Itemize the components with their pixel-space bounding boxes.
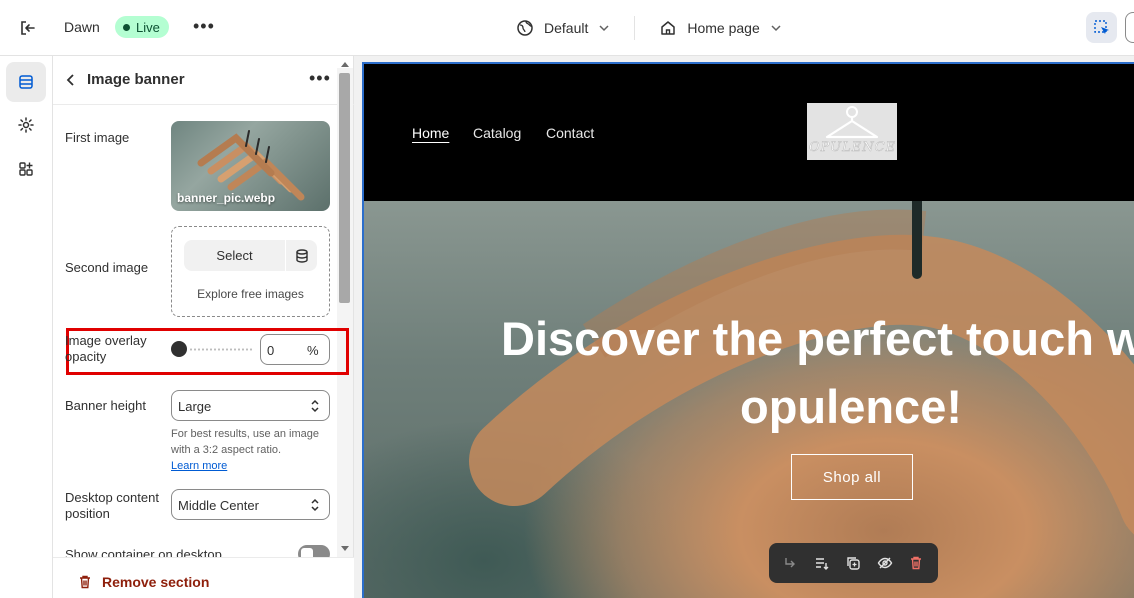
opacity-unit: %	[307, 343, 319, 358]
sections-nav-button[interactable]	[6, 62, 46, 102]
inspector-toggle-button[interactable]	[1086, 12, 1117, 43]
hide-eye-icon[interactable]	[875, 553, 895, 573]
template-select[interactable]: Default	[516, 19, 610, 37]
editor-context-controls: Default Home page	[516, 16, 782, 40]
section-floating-toolbar	[769, 543, 938, 583]
learn-more-link[interactable]: Learn more	[171, 460, 227, 472]
hero-heading-line-1: Discover the perfect touch with	[501, 312, 1134, 365]
page-select[interactable]: Home page	[659, 19, 781, 37]
template-select-label: Default	[544, 20, 589, 36]
first-image-label: First image	[65, 130, 130, 145]
panel-title: Image banner	[87, 71, 185, 88]
section-settings-panel: Image banner ••• First image banner_pic.…	[53, 56, 354, 598]
editor-topbar: Dawn Live ••• Default Home page	[0, 0, 1134, 56]
first-image-picker[interactable]: banner_pic.webp	[171, 121, 330, 211]
opacity-input[interactable]: 0 %	[260, 334, 330, 365]
status-badge-label: Live	[136, 19, 160, 35]
opacity-value: 0	[267, 343, 275, 358]
content-position-select[interactable]: Middle Center	[171, 489, 330, 520]
logo-text: OPULENCE	[809, 140, 897, 156]
overlay-opacity-label-line1: Image overlay	[65, 333, 147, 348]
banner-height-select[interactable]: Large	[171, 390, 330, 421]
sections-icon	[19, 75, 33, 89]
globe-icon	[517, 20, 533, 36]
database-icon	[295, 248, 308, 263]
second-image-picker: Select Explore free images	[171, 226, 330, 317]
theme-name: Dawn	[64, 19, 100, 35]
remove-section-button[interactable]: Remove section	[77, 574, 209, 590]
status-badge: Live	[115, 16, 169, 38]
delete-icon[interactable]	[906, 553, 926, 573]
device-toggle-button[interactable]	[1125, 12, 1134, 43]
image-banner-hero[interactable]: Discover the perfect touch with opulence…	[364, 201, 1134, 598]
sidebar-rail	[0, 56, 53, 598]
theme-settings-nav-button[interactable]	[6, 105, 46, 145]
media-library-button[interactable]	[286, 240, 317, 271]
shop-all-button[interactable]: Shop all	[791, 454, 913, 500]
trash-icon	[80, 575, 90, 589]
apps-icon	[19, 162, 33, 176]
image-filename: banner_pic.webp	[177, 191, 276, 205]
cursor-select-icon	[1093, 19, 1109, 34]
panel-footer: Remove section	[53, 557, 354, 598]
store-logo[interactable]: OPULENCE	[807, 103, 897, 160]
scroll-down-icon[interactable]	[341, 546, 349, 551]
move-to-parent-icon[interactable]	[781, 553, 801, 573]
help-line-1: For best results, use an image	[171, 428, 319, 440]
content-position-value: Middle Center	[178, 498, 259, 513]
app-embeds-nav-button[interactable]	[6, 149, 46, 189]
scrollbar-thumb[interactable]	[339, 73, 350, 303]
exit-icon[interactable]	[18, 18, 38, 38]
opacity-slider-track[interactable]	[189, 348, 253, 351]
nav-link-catalog[interactable]: Catalog	[473, 125, 521, 141]
chevron-down-icon	[599, 25, 609, 32]
panel-header: Image banner •••	[53, 56, 354, 105]
banner-height-label: Banner height	[65, 398, 146, 413]
select-arrows-icon	[311, 399, 319, 413]
nav-link-home[interactable]: Home	[412, 125, 449, 141]
content-position-label-line1: Desktop content	[65, 490, 159, 505]
remove-section-label: Remove section	[102, 574, 210, 590]
overlay-opacity-label-line2: opacity	[65, 349, 107, 364]
hero-heading-line-2: opulence!	[740, 380, 962, 433]
select-image-button[interactable]: Select	[184, 240, 285, 271]
opacity-slider-handle[interactable]	[171, 341, 187, 357]
second-image-label: Second image	[65, 260, 149, 275]
explore-free-images-link[interactable]: Explore free images	[172, 287, 329, 301]
duplicate-icon[interactable]	[843, 553, 863, 573]
home-icon	[661, 21, 676, 35]
more-actions-button[interactable]: •••	[193, 16, 215, 37]
content-position-label-line2: position	[65, 506, 110, 521]
scroll-up-icon[interactable]	[341, 62, 349, 67]
hero-heading: Discover the perfect touch with opulence…	[364, 305, 1134, 441]
storefront-preview: Home Catalog Contact OPULENCE Discover t…	[362, 62, 1134, 598]
banner-height-value: Large	[178, 399, 212, 414]
live-dot-icon	[123, 23, 130, 31]
site-header: Home Catalog Contact OPULENCE	[364, 64, 1134, 201]
nav-link-contact[interactable]: Contact	[546, 125, 594, 141]
page-select-label: Home page	[687, 20, 760, 36]
divider	[634, 16, 636, 40]
banner-height-help: For best results, use an image with a 3:…	[171, 426, 336, 474]
section-more-button[interactable]: •••	[309, 68, 331, 89]
hanger-hook	[912, 201, 922, 279]
gear-icon	[18, 117, 34, 133]
chevron-left-icon[interactable]	[65, 72, 77, 88]
help-line-2: with a 3:2 aspect ratio.	[171, 444, 282, 456]
select-arrows-icon	[311, 498, 319, 512]
reorder-icon[interactable]	[812, 553, 832, 573]
chevron-down-icon	[771, 25, 781, 32]
